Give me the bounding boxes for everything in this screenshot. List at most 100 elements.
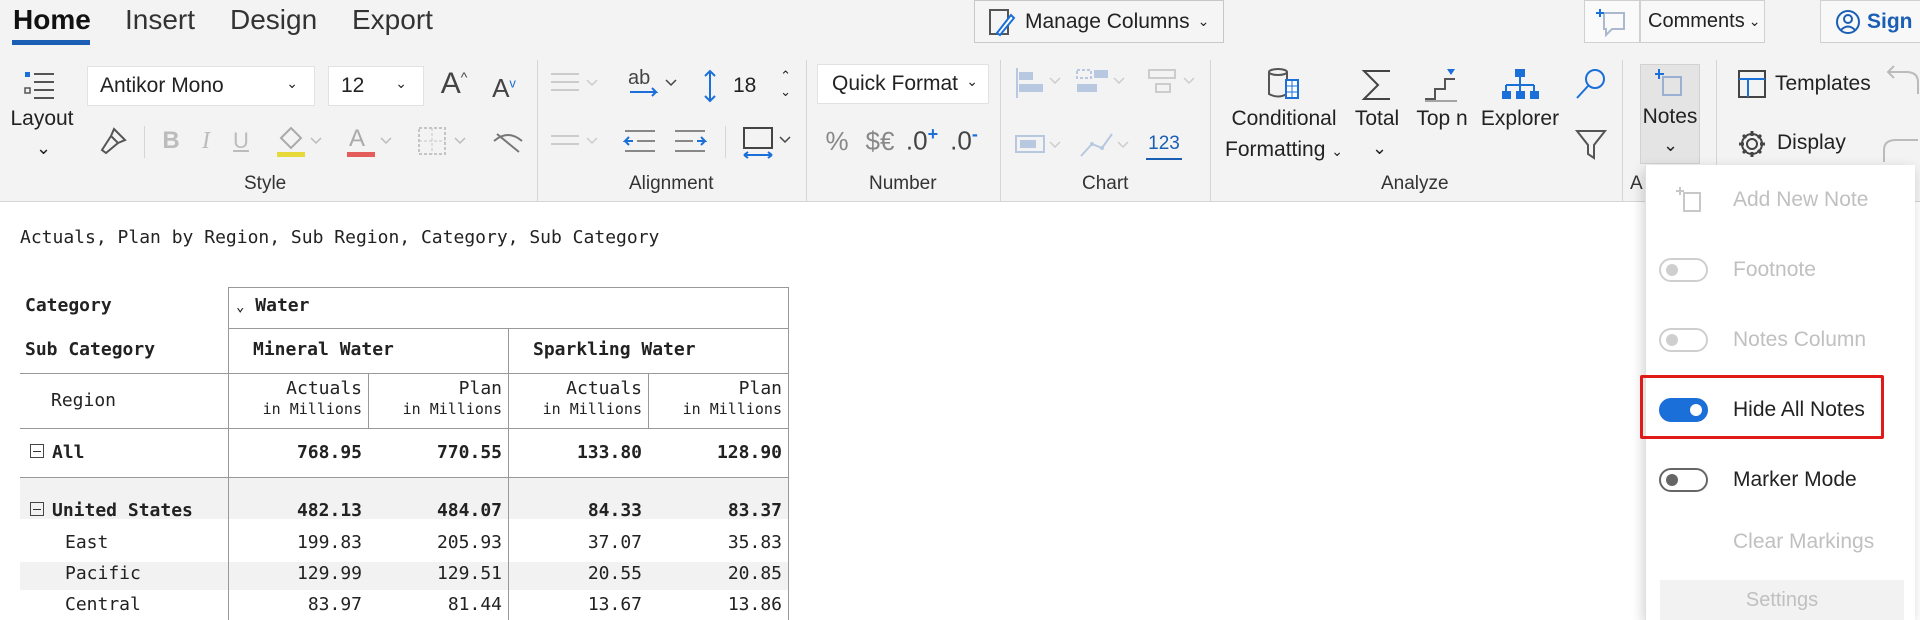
tab-design[interactable]: Design <box>230 4 317 36</box>
table-chart-button[interactable] <box>1014 128 1064 162</box>
tab-home[interactable]: Home <box>13 4 91 36</box>
templates-button[interactable]: Templates <box>1775 72 1871 96</box>
measure-name: Actuals <box>286 378 362 399</box>
sign-in-button[interactable]: Sign <box>1820 0 1920 43</box>
measure-header[interactable]: Actuals in Millions <box>512 379 642 419</box>
layout-button[interactable] <box>20 66 58 104</box>
footnote-item[interactable]: Footnote <box>1646 245 1916 295</box>
subcategory-header[interactable]: Sparkling Water <box>533 339 696 360</box>
font-family-select[interactable]: Antikor Mono ⌄ <box>87 66 315 106</box>
tab-insert[interactable]: Insert <box>125 4 195 36</box>
notes-button[interactable]: Notes ⌄ <box>1640 64 1700 164</box>
chevron-down-icon[interactable]: ⌄ <box>1372 138 1387 159</box>
subcategory-header[interactable]: Mineral Water <box>253 339 394 360</box>
filter-button[interactable] <box>1572 126 1610 162</box>
table-row-label[interactable]: United States <box>30 500 193 521</box>
borders-button[interactable] <box>416 124 470 158</box>
table-row-label[interactable]: Pacific <box>65 563 141 584</box>
region-header-label[interactable]: Region <box>51 390 116 411</box>
conditional-formatting-icon <box>1264 66 1304 102</box>
clear-markings-item[interactable]: Clear Markings <box>1646 517 1916 567</box>
decrease-decimal-button[interactable]: .0- <box>944 120 984 160</box>
currency-button[interactable]: $€ <box>860 124 900 158</box>
increase-font-button[interactable]: A^ <box>437 64 471 104</box>
marker-mode-item[interactable]: Marker Mode <box>1646 455 1916 505</box>
manage-columns-label: Manage Columns <box>1025 9 1190 33</box>
format-painter-button[interactable] <box>96 124 130 158</box>
filter-icon <box>1574 130 1608 160</box>
cell-padding-button[interactable] <box>740 124 796 160</box>
line-chart-button[interactable] <box>1078 128 1132 162</box>
chevron-down-icon: ⌄ <box>395 75 407 91</box>
indent-icon <box>675 130 707 152</box>
increase-decimal-button[interactable]: .0+ <box>902 120 942 160</box>
footnote-toggle[interactable] <box>1659 258 1708 282</box>
table-cell: 84.33 <box>587 500 642 521</box>
bar-chart-button[interactable] <box>1014 66 1064 100</box>
menu-item-label: Marker Mode <box>1733 468 1857 491</box>
quick-format-label: Quick Format <box>832 72 959 95</box>
waterfall-chart-button[interactable] <box>1146 66 1200 100</box>
redo-button[interactable] <box>1882 132 1920 168</box>
table-cell: 83.97 <box>307 594 362 615</box>
line-height-stepper[interactable]: 18 ⌃ ⌄ <box>723 66 793 106</box>
bold-button[interactable]: B <box>158 124 184 158</box>
measure-header[interactable]: Plan in Millions <box>372 379 502 419</box>
hide-button[interactable] <box>490 124 526 158</box>
category-header-water[interactable]: ⌄ Water <box>236 295 309 316</box>
font-size-select[interactable]: 12 ⌄ <box>328 66 424 106</box>
chevron-down-icon[interactable]: ⌄ <box>36 138 51 159</box>
add-comment-button[interactable] <box>1584 0 1640 43</box>
group-label-analyze: Analyze <box>1381 173 1449 194</box>
measure-name: Actuals <box>566 378 642 399</box>
vertical-align-button[interactable] <box>548 66 602 100</box>
percent-button[interactable]: % <box>822 124 852 158</box>
total-button[interactable]: Total <box>1350 107 1404 131</box>
underline-button[interactable]: U <box>228 124 254 158</box>
search-button[interactable] <box>1572 66 1610 102</box>
notes-icon <box>1655 69 1687 99</box>
collapse-icon[interactable] <box>30 502 44 516</box>
decrease-indent-button[interactable] <box>622 124 658 158</box>
notes-column-item[interactable]: Notes Column <box>1646 315 1916 365</box>
notes-settings-button[interactable]: Settings <box>1660 580 1904 620</box>
sign-label: Sign <box>1867 9 1913 33</box>
font-color-button[interactable]: A <box>344 124 394 158</box>
layout-label[interactable]: Layout <box>10 107 74 131</box>
comments-button[interactable]: Comments ⌄ <box>1640 0 1765 43</box>
manage-columns-button[interactable]: Manage Columns ⌄ <box>974 0 1224 43</box>
top-n-button[interactable]: Top n <box>1410 107 1474 131</box>
fill-color-button[interactable] <box>274 124 324 158</box>
table-row-label[interactable]: Central <box>65 594 141 615</box>
table-row-label[interactable]: All <box>30 442 85 463</box>
notes-column-toggle[interactable] <box>1659 328 1708 352</box>
undo-button[interactable] <box>1882 64 1920 100</box>
display-button[interactable]: Display <box>1777 131 1846 155</box>
number-tile-button[interactable]: 123 <box>1146 130 1182 160</box>
collapse-icon[interactable] <box>30 444 44 458</box>
horizontal-align-button[interactable] <box>548 124 602 158</box>
gear-icon <box>1736 128 1772 162</box>
tab-export[interactable]: Export <box>352 4 433 36</box>
redo-icon <box>1883 139 1918 162</box>
divider <box>725 126 726 158</box>
table-row-label[interactable]: East <box>65 532 108 553</box>
marker-mode-toggle[interactable] <box>1659 468 1708 492</box>
text-wrap-button[interactable]: ab <box>626 66 682 100</box>
measure-header[interactable]: Actuals in Millions <box>232 379 362 419</box>
measure-header[interactable]: Plan in Millions <box>652 379 782 419</box>
chevron-down-icon: ⌄ <box>1748 13 1761 29</box>
conditional-formatting-button[interactable]: Conditional <box>1222 107 1346 131</box>
italic-icon: I <box>202 127 210 154</box>
variance-chart-button[interactable] <box>1074 66 1128 100</box>
increase-indent-button[interactable] <box>672 124 708 158</box>
report-subtitle: Actuals, Plan by Region, Sub Region, Cat… <box>20 227 660 248</box>
quick-format-select[interactable]: Quick Format ⌄ <box>817 64 989 104</box>
variance-icon <box>1076 69 1125 92</box>
add-new-note-item[interactable]: Add New Note <box>1646 175 1916 225</box>
italic-button[interactable]: I <box>193 124 219 158</box>
decrease-font-button[interactable]: Av <box>487 68 521 108</box>
explorer-button[interactable]: Explorer <box>1478 107 1562 131</box>
divider <box>806 60 807 202</box>
conditional-formatting-dropdown[interactable]: Formatting ⌄ <box>1222 138 1346 162</box>
